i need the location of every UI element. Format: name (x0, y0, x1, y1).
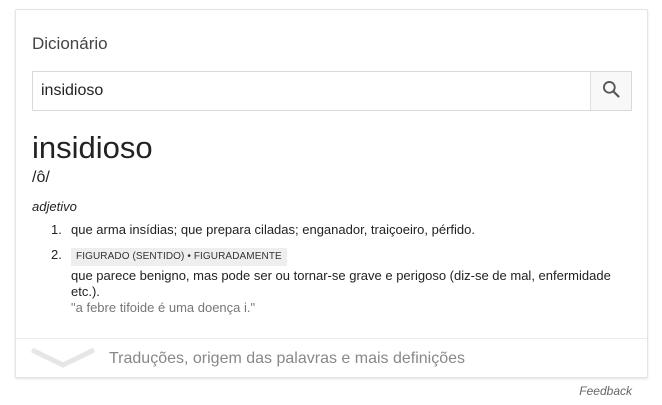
chevron-down-icon (30, 347, 96, 374)
usage-tag: FIGURADO (SENTIDO) • FIGURADAMENTE (71, 248, 287, 266)
card-title: Dicionário (32, 34, 108, 53)
headword: insidioso (32, 130, 153, 165)
definition-item: 2. FIGURADO (SENTIDO) • FIGURADAMENTE qu… (46, 247, 626, 316)
feedback-link[interactable]: Feedback (579, 384, 632, 398)
definition-text: que arma insídias; que prepara ciladas; … (71, 222, 475, 237)
definition-number: 2. (51, 247, 62, 262)
dictionary-card: Dicionário insidioso /ô/ adjetivo 1. que… (15, 9, 648, 378)
definition-item: 1. que arma insídias; que prepara cilada… (46, 222, 626, 238)
more-definitions-expander[interactable]: Traduções, origem das palavras e mais de… (16, 338, 647, 378)
phonetic: /ô/ (32, 169, 50, 186)
definition-text: que parece benigno, mas pode ser ou torn… (71, 268, 611, 299)
definition-number: 1. (51, 222, 62, 237)
part-of-speech: adjetivo (32, 199, 77, 214)
search-icon (601, 79, 621, 104)
more-definitions-label: Traduções, origem das palavras e mais de… (109, 350, 466, 367)
search-input[interactable] (33, 72, 590, 110)
search-box (32, 71, 632, 111)
search-button[interactable] (590, 72, 631, 110)
definitions-list: 1. que arma insídias; que prepara cilada… (46, 222, 626, 316)
definition-example: "a febre tifoide é uma doença i." (71, 300, 256, 315)
